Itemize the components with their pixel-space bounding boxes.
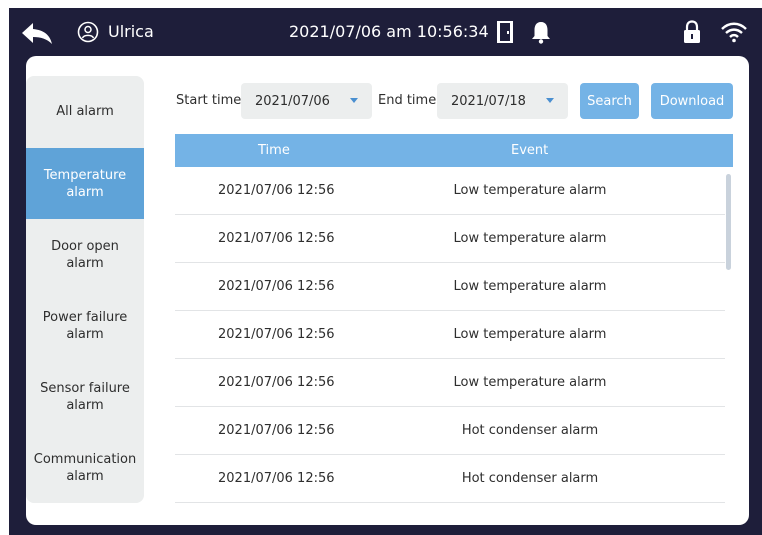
alarm-type-sidebar: All alarm Temperature alarm Door open al…: [26, 76, 144, 503]
row-time: 2021/07/06 12:56: [218, 279, 335, 294]
table-scrollbar[interactable]: [726, 174, 731, 270]
download-button[interactable]: Download: [651, 83, 733, 119]
back-button[interactable]: [19, 20, 55, 46]
start-time-select[interactable]: 2021/07/06: [241, 83, 372, 119]
table-row[interactable]: 2021/07/06 12:56 Low temperature alarm: [175, 215, 725, 263]
table-row[interactable]: 2021/07/06 12:56 Low temperature alarm: [175, 359, 725, 407]
sidebar-item-all-alarm[interactable]: All alarm: [26, 76, 144, 147]
row-time: 2021/07/06 12:56: [218, 471, 335, 486]
sidebar-item-communication-alarm[interactable]: Communication alarm: [26, 432, 144, 503]
start-time-label: Start time: [176, 93, 242, 108]
sidebar-item-label: Sensor failure alarm: [40, 380, 130, 413]
column-header-event: Event: [511, 143, 549, 158]
back-arrow-icon: [22, 23, 52, 44]
row-event: Low temperature alarm: [453, 375, 607, 390]
sidebar-item-label: Temperature alarm: [43, 167, 127, 200]
end-time-label: End time: [378, 93, 437, 108]
table-row[interactable]: 2021/07/06 12:56 Hot condenser alarm: [175, 455, 725, 503]
row-time: 2021/07/06 12:56: [218, 183, 335, 198]
caret-down-icon: [546, 98, 554, 103]
sidebar-item-power-failure-alarm[interactable]: Power failure alarm: [26, 290, 144, 361]
row-time: 2021/07/06 12:56: [218, 231, 335, 246]
alarm-panel: All alarm Temperature alarm Door open al…: [26, 56, 749, 525]
table-row[interactable]: 2021/07/06 12:56 Hot condenser alarm: [175, 407, 725, 455]
row-event: Low temperature alarm: [453, 327, 607, 342]
user-icon: [77, 21, 99, 43]
status-bar: Ulrica 2021/07/06 am 10:56:34: [9, 8, 762, 56]
sidebar-item-label: Power failure alarm: [42, 309, 128, 342]
start-time-value: 2021/07/06: [255, 93, 330, 109]
row-event: Low temperature alarm: [453, 183, 607, 198]
row-time: 2021/07/06 12:56: [218, 327, 335, 342]
table-row[interactable]: 2021/07/06 12:56 Low temperature alarm: [175, 263, 725, 311]
table-row[interactable]: 2021/07/06 12:56 Low temperature alarm: [175, 311, 725, 359]
end-time-value: 2021/07/18: [451, 93, 526, 109]
row-time: 2021/07/06 12:56: [218, 375, 335, 390]
caret-down-icon: [350, 98, 358, 103]
sidebar-item-label: Communication alarm: [33, 451, 137, 484]
sidebar-item-label: Door open alarm: [51, 238, 119, 271]
end-time-select[interactable]: 2021/07/18: [437, 83, 568, 119]
row-event: Low temperature alarm: [453, 279, 607, 294]
table-row[interactable]: 2021/07/06 12:56 Low temperature alarm: [175, 167, 725, 215]
door-icon: [497, 21, 513, 43]
search-button[interactable]: Search: [580, 83, 639, 119]
username: Ulrica: [108, 22, 154, 41]
datetime: 2021/07/06 am 10:56:34: [289, 22, 489, 41]
sidebar-item-sensor-failure-alarm[interactable]: Sensor failure alarm: [26, 361, 144, 432]
sidebar-item-door-open-alarm[interactable]: Door open alarm: [26, 219, 144, 290]
bell-icon: [532, 22, 550, 44]
sidebar-item-label: All alarm: [56, 104, 114, 119]
row-time: 2021/07/06 12:56: [218, 423, 335, 438]
row-event: Hot condenser alarm: [461, 423, 599, 438]
row-event: Low temperature alarm: [453, 231, 607, 246]
row-event: Hot condenser alarm: [461, 471, 599, 486]
lock-icon: [684, 20, 700, 43]
table-header: Time Event: [175, 134, 733, 167]
wifi-icon: [721, 22, 747, 43]
sidebar-item-temperature-alarm[interactable]: Temperature alarm: [26, 148, 144, 219]
column-header-time: Time: [258, 143, 290, 158]
